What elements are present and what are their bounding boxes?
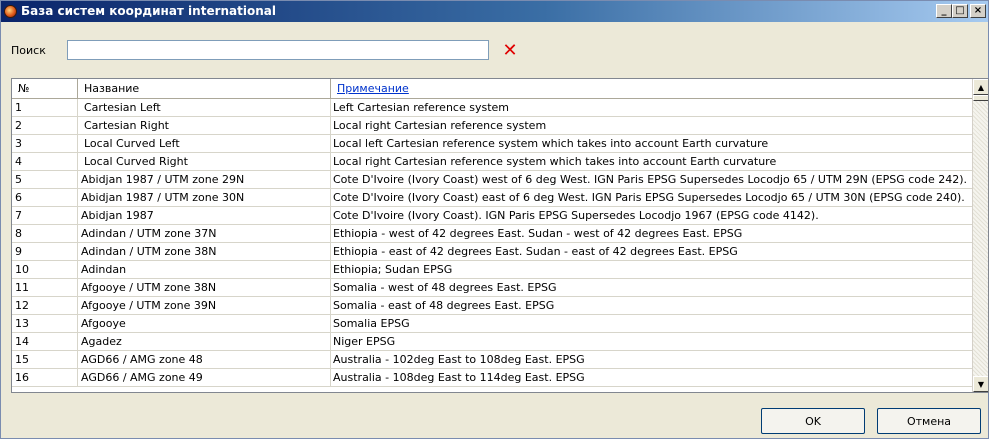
row-note-cell: Cote D'Ivoire (Ivory Coast) west of 6 de…	[333, 173, 968, 186]
row-number-cell: 16	[12, 369, 78, 387]
row-name-cell: Adindan / UTM zone 37N	[78, 225, 331, 243]
row-name-cell: Afgooye	[78, 315, 331, 333]
row-note-cell: Local left Cartesian reference system wh…	[333, 137, 769, 150]
search-input[interactable]	[67, 40, 489, 60]
vertical-scrollbar[interactable]: ▲ ▼	[972, 79, 988, 392]
row-number-cell: 7	[12, 207, 78, 225]
table-row[interactable]: 13 Afgooye Somalia EPSG	[12, 315, 973, 333]
table-row[interactable]: 3 Local Curved Left Local left Cartesian r…	[12, 135, 973, 153]
row-note-cell: Cote D'Ivoire (Ivory Coast) east of 6 de…	[333, 191, 965, 204]
row-note-cell: Somalia - west of 48 degrees East. EPSG	[333, 281, 557, 294]
row-name-cell: Local Curved Right	[78, 153, 331, 171]
close-button[interactable]: ×	[970, 4, 986, 18]
row-note-cell: Local right Cartesian reference system	[333, 119, 547, 132]
table-row[interactable]: 7 Abidjan 1987 Cote D'Ivoire (Ivory Coast)…	[12, 207, 973, 225]
row-note-cell: Australia - 108deg East to 114deg East. …	[333, 371, 585, 384]
row-name-cell: Cartesian Right	[78, 117, 331, 135]
row-name-cell: Abidjan 1987 / UTM zone 29N	[78, 171, 331, 189]
maximize-button[interactable]: □	[952, 4, 968, 18]
row-number-cell: 5	[12, 171, 78, 189]
row-note-cell: Ethiopia; Sudan EPSG	[333, 263, 453, 276]
app-icon	[4, 5, 17, 18]
row-number-cell: 11	[12, 279, 78, 297]
row-number-cell: 9	[12, 243, 78, 261]
table-row[interactable]: 16 AGD66 / AMG zone 49 Australia - 108deg …	[12, 369, 973, 387]
row-note-cell: Australia - 102deg East to 108deg East. …	[333, 353, 585, 366]
row-number-cell: 6	[12, 189, 78, 207]
row-name-cell: Adindan / UTM zone 38N	[78, 243, 331, 261]
row-number-cell: 15	[12, 351, 78, 369]
table-row[interactable]: 2 Cartesian Right Local right Cartesian re…	[12, 117, 973, 135]
row-name-cell: Abidjan 1987	[78, 207, 331, 225]
table-row[interactable]: 8 Adindan / UTM zone 37N Ethiopia - west o…	[12, 225, 973, 243]
row-number-cell: 8	[12, 225, 78, 243]
window-controls: _ □ ×	[936, 4, 986, 18]
column-header-number[interactable]: №	[12, 79, 78, 99]
table-row[interactable]: 15 AGD66 / AMG zone 48 Australia - 102deg …	[12, 351, 973, 369]
row-number-cell: 10	[12, 261, 78, 279]
row-number-cell: 1	[12, 99, 78, 117]
table-row[interactable]: 10 Adindan Ethiopia; Sudan EPSG	[12, 261, 973, 279]
row-number-cell: 13	[12, 315, 78, 333]
table-row[interactable]: 12 Afgooye / UTM zone 39N Somalia - east o…	[12, 297, 973, 315]
column-header-name[interactable]: Название	[78, 79, 331, 99]
row-number-cell: 12	[12, 297, 78, 315]
row-name-cell: Agadez	[78, 333, 331, 351]
ok-button[interactable]: OK	[761, 408, 865, 434]
row-note-cell: Ethiopia - east of 42 degrees East. Suda…	[333, 245, 738, 258]
row-name-cell: AGD66 / AMG zone 48	[78, 351, 331, 369]
row-note-cell: Ethiopia - west of 42 degrees East. Suda…	[333, 227, 743, 240]
row-note-cell: Local right Cartesian reference system w…	[333, 155, 777, 168]
table-row[interactable]: 5 Abidjan 1987 / UTM zone 29N Cote D'Ivoir…	[12, 171, 973, 189]
row-number-cell: 4	[12, 153, 78, 171]
table-row[interactable]: 9 Adindan / UTM zone 38N Ethiopia - east o…	[12, 243, 973, 261]
coordinate-systems-dialog: База систем координат international _ □ …	[0, 0, 989, 439]
scroll-down-icon[interactable]: ▼	[973, 376, 988, 392]
row-number-cell: 14	[12, 333, 78, 351]
row-note-cell: Somalia EPSG	[333, 317, 410, 330]
row-name-cell: AGD66 / AMG zone 49	[78, 369, 331, 387]
row-number-cell: 2	[12, 117, 78, 135]
cancel-button[interactable]: Отмена	[877, 408, 981, 434]
table-row[interactable]: 4 Local Curved Right Local right Cartesian…	[12, 153, 973, 171]
row-name-cell: Afgooye / UTM zone 39N	[78, 297, 331, 315]
row-name-cell: Abidjan 1987 / UTM zone 30N	[78, 189, 331, 207]
title-bar[interactable]: База систем координат international _ □ …	[1, 1, 988, 22]
row-note-cell: Left Cartesian reference system	[333, 101, 509, 114]
row-note-cell: Somalia - east of 48 degrees East. EPSG	[333, 299, 555, 312]
table-header: № Название Примечание	[12, 79, 973, 99]
row-name-cell: Adindan	[78, 261, 331, 279]
search-label: Поиск	[11, 44, 46, 57]
row-name-cell: Cartesian Left	[78, 99, 331, 117]
coordinate-systems-table: № Название Примечание 1 Cartesian Left Lef…	[11, 78, 989, 393]
column-header-note[interactable]: Примечание	[331, 79, 973, 99]
row-name-cell: Local Curved Left	[78, 135, 331, 153]
clear-search-icon[interactable]: ✕	[501, 42, 519, 60]
row-number-cell: 3	[12, 135, 78, 153]
table-row[interactable]: 14 Agadez Niger EPSG	[12, 333, 973, 351]
minimize-button[interactable]: _	[936, 4, 952, 18]
window-title: База систем координат international	[21, 4, 276, 18]
table-row[interactable]: 11 Afgooye / UTM zone 38N Somalia - west o…	[12, 279, 973, 297]
scroll-up-icon[interactable]: ▲	[973, 79, 988, 95]
scroll-thumb[interactable]	[973, 95, 988, 101]
row-note-cell: Niger EPSG	[333, 335, 396, 348]
search-row: Поиск ✕	[1, 22, 988, 78]
table-row[interactable]: 6 Abidjan 1987 / UTM zone 30N Cote D'Ivoir…	[12, 189, 973, 207]
row-name-cell: Afgooye / UTM zone 38N	[78, 279, 331, 297]
row-note-cell: Cote D'Ivoire (Ivory Coast). IGN Paris E…	[333, 209, 819, 222]
table-row[interactable]: 1 Cartesian Left Left Cartesian reference …	[12, 99, 973, 117]
